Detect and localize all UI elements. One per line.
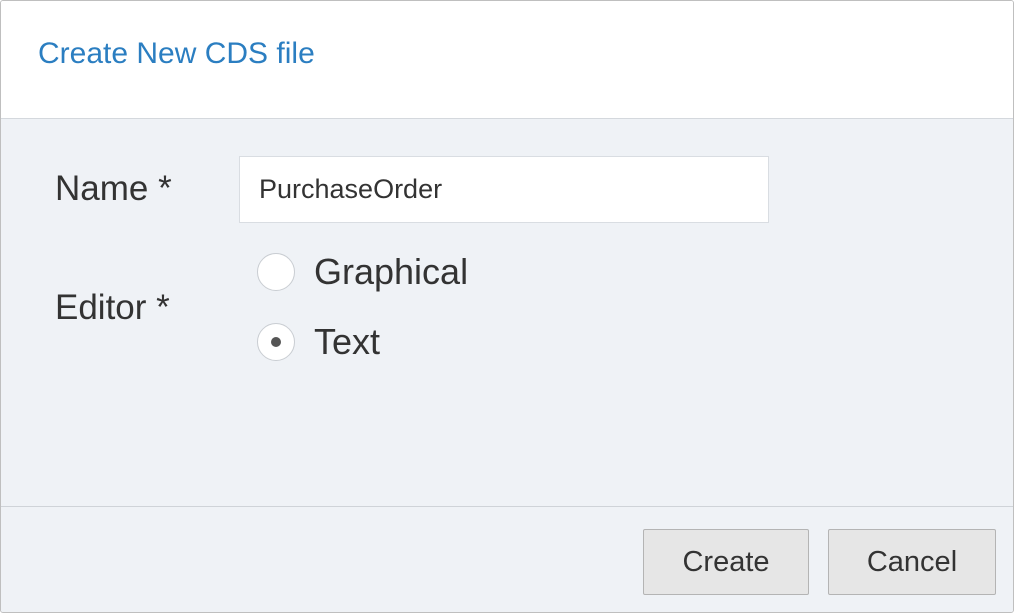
create-cds-file-dialog: Create New CDS file Name * Editor * Grap… bbox=[0, 0, 1014, 613]
graphical-option-label: Graphical bbox=[314, 251, 469, 292]
editor-label: Editor * bbox=[55, 288, 170, 327]
dialog-title: Create New CDS file bbox=[38, 37, 315, 70]
radio-selected-dot-icon bbox=[271, 337, 281, 347]
name-input[interactable] bbox=[239, 156, 769, 223]
text-radio-button[interactable] bbox=[257, 323, 295, 361]
dialog-footer: Create Cancel bbox=[1, 506, 1013, 612]
graphical-radio-button[interactable] bbox=[257, 253, 295, 291]
editor-option-text[interactable]: Text bbox=[257, 321, 380, 363]
create-button[interactable]: Create bbox=[643, 529, 809, 595]
text-option-label: Text bbox=[314, 321, 381, 362]
name-label: Name * bbox=[55, 169, 172, 208]
editor-option-graphical[interactable]: Graphical bbox=[257, 251, 468, 293]
dialog-header: Create New CDS file bbox=[1, 1, 1013, 119]
cancel-button[interactable]: Cancel bbox=[828, 529, 996, 595]
